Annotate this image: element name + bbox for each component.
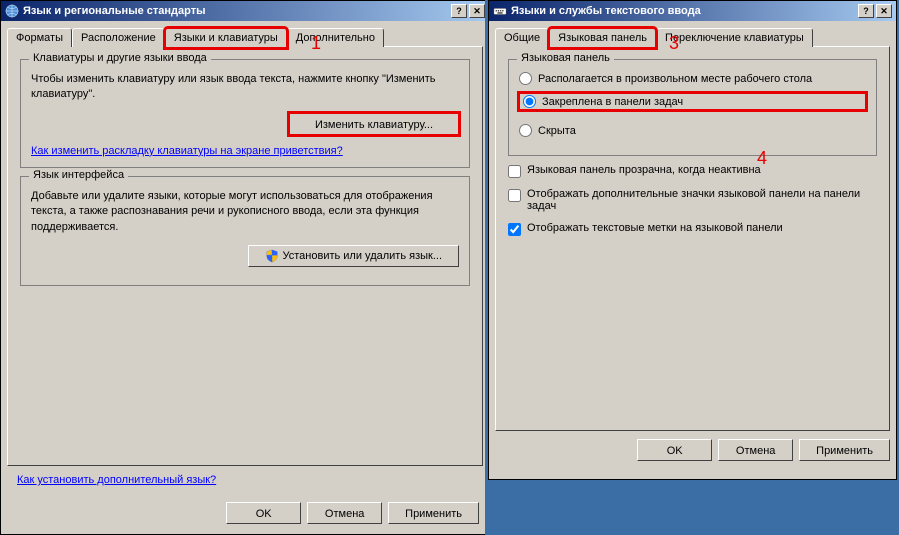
check-extra-icons-label[interactable]: Отображать дополнительные значки языково… <box>527 188 877 212</box>
annotation-4: 4 <box>757 148 767 169</box>
desktop-bg: Языки и службы текстового ввода ? ✕ Общи… <box>485 0 899 535</box>
radio-float-label[interactable]: Располагается в произвольном месте рабоч… <box>538 73 812 85</box>
ok-button-right[interactable]: OK <box>637 439 712 461</box>
radio-hidden[interactable] <box>519 124 532 137</box>
titlebar-title-right: Языки и службы текстового ввода <box>511 5 858 17</box>
check-transparent-row: Языковая панель прозрачна, когда неактив… <box>508 164 877 178</box>
cancel-button-right[interactable]: Отмена <box>718 439 793 461</box>
tab-keyboard-switch[interactable]: Переключение клавиатуры <box>656 28 813 47</box>
check-text-labels-label[interactable]: Отображать текстовые метки на языковой п… <box>527 222 783 234</box>
group-keyboard: Клавиатуры и другие языки ввода Чтобы из… <box>20 59 470 168</box>
tabs-left: Форматы Расположение Языки и клавиатуры … <box>7 27 483 46</box>
radio-docked-row: Закреплена в панели задач <box>519 93 866 110</box>
close-button-right[interactable]: ✕ <box>876 4 892 18</box>
window-body-right: Общие Языковая панель Переключение клави… <box>489 21 896 467</box>
install-remove-lang-label: Установить или удалить язык... <box>283 248 443 264</box>
bottom-buttons-right: OK Отмена Применить <box>495 439 890 461</box>
titlebar-left[interactable]: Язык и региональные стандарты ? ✕ <box>1 1 489 21</box>
check-extra-icons[interactable] <box>508 189 521 202</box>
help-button-right[interactable]: ? <box>858 4 874 18</box>
group-keyboard-title: Клавиатуры и другие языки ввода <box>29 52 211 64</box>
titlebar-title-left: Язык и региональные стандарты <box>23 5 451 17</box>
window-regional-standards: Язык и региональные стандарты ? ✕ Формат… <box>0 0 490 535</box>
window-text-services: Языки и службы текстового ввода ? ✕ Общи… <box>488 0 897 480</box>
group-lang-panel-title: Языковая панель <box>517 52 614 64</box>
annotation-3: 3 <box>669 33 679 54</box>
close-button[interactable]: ✕ <box>469 4 485 18</box>
check-text-labels[interactable] <box>508 223 521 236</box>
tab-general[interactable]: Общие <box>495 28 549 47</box>
link-greeting-screen[interactable]: Как изменить раскладку клавиатуры на экр… <box>31 145 343 157</box>
apply-button-right[interactable]: Применить <box>799 439 890 461</box>
tabs-right: Общие Языковая панель Переключение клави… <box>495 27 890 46</box>
tab-formats[interactable]: Форматы <box>7 28 72 47</box>
keyboard-icon <box>493 4 507 18</box>
tab-lang-panel[interactable]: Языковая панель <box>549 28 656 48</box>
link-install-additional[interactable]: Как установить дополнительный язык? <box>17 474 216 486</box>
radio-float[interactable] <box>519 72 532 85</box>
apply-button-left[interactable]: Применить <box>388 502 479 524</box>
tab-location[interactable]: Расположение <box>72 28 165 47</box>
window-body-left: Форматы Расположение Языки и клавиатуры … <box>1 21 489 472</box>
shield-icon <box>265 249 279 263</box>
check-transparent[interactable] <box>508 165 521 178</box>
radio-docked-label[interactable]: Закреплена в панели задач <box>542 96 683 108</box>
cancel-button-left[interactable]: Отмена <box>307 502 382 524</box>
change-keyboard-button[interactable]: Изменить клавиатуру... <box>289 113 459 135</box>
tab-lang-keyboards[interactable]: Языки и клавиатуры <box>165 28 287 48</box>
check-extra-icons-row: Отображать дополнительные значки языково… <box>508 188 877 212</box>
tab-advanced[interactable]: Дополнительно <box>287 28 384 47</box>
check-transparent-label[interactable]: Языковая панель прозрачна, когда неактив… <box>527 164 761 176</box>
annotation-1: 1 <box>311 33 321 54</box>
check-text-labels-row: Отображать текстовые метки на языковой п… <box>508 222 877 236</box>
radio-float-row: Располагается в произвольном месте рабоч… <box>519 72 866 85</box>
install-remove-lang-button[interactable]: Установить или удалить язык... <box>248 245 460 267</box>
tab-content-right: Языковая панель Располагается в произвол… <box>495 46 890 431</box>
titlebar-right[interactable]: Языки и службы текстового ввода ? ✕ <box>489 1 896 21</box>
radio-hidden-row: Скрыта <box>519 124 866 137</box>
globe-icon <box>5 4 19 18</box>
group-lang-panel: Языковая панель Располагается в произвол… <box>508 59 877 156</box>
ok-button-left[interactable]: OK <box>226 502 301 524</box>
radio-docked[interactable] <box>523 95 536 108</box>
tab-content-left: Клавиатуры и другие языки ввода Чтобы из… <box>7 46 483 466</box>
bottom-buttons-left: OK Отмена Применить <box>226 502 479 524</box>
radio-hidden-label[interactable]: Скрыта <box>538 125 576 137</box>
group-ui-lang: Язык интерфейса Добавьте или удалите язы… <box>20 176 470 286</box>
help-button[interactable]: ? <box>451 4 467 18</box>
group-ui-title: Язык интерфейса <box>29 169 128 181</box>
group-keyboard-desc: Чтобы изменить клавиатуру или язык ввода… <box>31 72 459 103</box>
group-ui-desc: Добавьте или удалите языки, которые могу… <box>31 189 459 235</box>
